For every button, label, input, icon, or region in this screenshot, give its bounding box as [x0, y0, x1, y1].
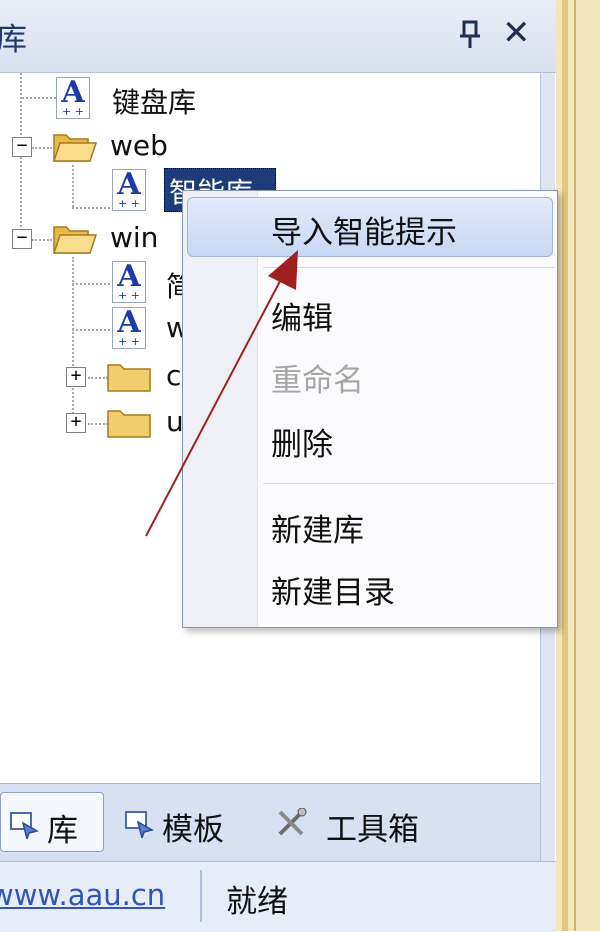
menu-item-edit[interactable]: 编辑 — [271, 293, 333, 338]
panel-titlebar: 库 ✕ — [0, 0, 556, 73]
library-icon: A + + — [112, 305, 146, 349]
tab-label: 模板 — [162, 812, 224, 848]
menu-item-import-hints[interactable]: 导入智能提示 — [271, 207, 457, 252]
tree-node-label[interactable]: c — [166, 359, 181, 392]
menu-separator — [263, 483, 555, 484]
tab-library[interactable]: 库 — [0, 792, 104, 852]
tree-connector — [72, 165, 74, 207]
tree-connector — [32, 239, 52, 241]
status-bar: www.aau.cn 就绪 — [0, 861, 556, 932]
tree-connector — [22, 97, 56, 99]
tree-connector — [32, 147, 52, 149]
panel-title: 库 — [0, 22, 27, 58]
tree-connector — [72, 329, 110, 331]
menu-item-new-library[interactable]: 新建库 — [271, 505, 364, 550]
context-menu: 导入智能提示 编辑 重命名 删除 新建库 新建目录 — [182, 190, 558, 628]
folder-open-icon — [52, 134, 98, 162]
menu-item-new-folder[interactable]: 新建目录 — [271, 567, 395, 612]
menu-item-delete[interactable]: 删除 — [271, 419, 333, 464]
pin-icon[interactable] — [456, 18, 484, 52]
expand-icon[interactable]: + — [66, 413, 86, 433]
collapse-icon[interactable]: − — [12, 137, 32, 157]
library-icon: A + + — [112, 167, 146, 211]
library-tab-icon — [10, 812, 39, 839]
editor-frame-edge — [556, 0, 600, 931]
tree-connector — [88, 423, 108, 425]
collapse-icon[interactable]: − — [12, 229, 32, 249]
toolbox-tab-icon — [278, 808, 307, 836]
template-tab-icon — [125, 811, 154, 838]
panel-tab-bar: 库 模板 工具箱 — [0, 783, 540, 862]
tab-label: 工具箱 — [326, 812, 419, 848]
website-link[interactable]: www.aau.cn — [0, 878, 165, 912]
tab-toolbox[interactable]: 工具箱 — [272, 792, 452, 852]
folder-icon — [107, 364, 151, 392]
status-divider — [200, 870, 202, 922]
folder-icon — [107, 410, 151, 438]
tree-connector — [72, 207, 110, 209]
menu-separator — [263, 267, 555, 268]
tab-templates[interactable]: 模板 — [118, 792, 258, 852]
library-icon: A + + — [56, 75, 90, 119]
folder-open-icon — [52, 226, 98, 254]
tab-label: 库 — [47, 813, 78, 849]
tree-connector — [88, 377, 108, 379]
tree-node-label[interactable]: 键盘库 — [112, 81, 196, 121]
expand-icon[interactable]: + — [66, 367, 86, 387]
library-icon: A + + — [112, 259, 146, 303]
menu-item-rename: 重命名 — [271, 363, 364, 399]
close-icon[interactable]: ✕ — [502, 16, 531, 50]
tree-node-label[interactable]: web — [110, 129, 168, 162]
status-text: 就绪 — [226, 884, 288, 920]
tree-connector — [72, 283, 110, 285]
tree-node-label[interactable]: win — [110, 221, 158, 254]
